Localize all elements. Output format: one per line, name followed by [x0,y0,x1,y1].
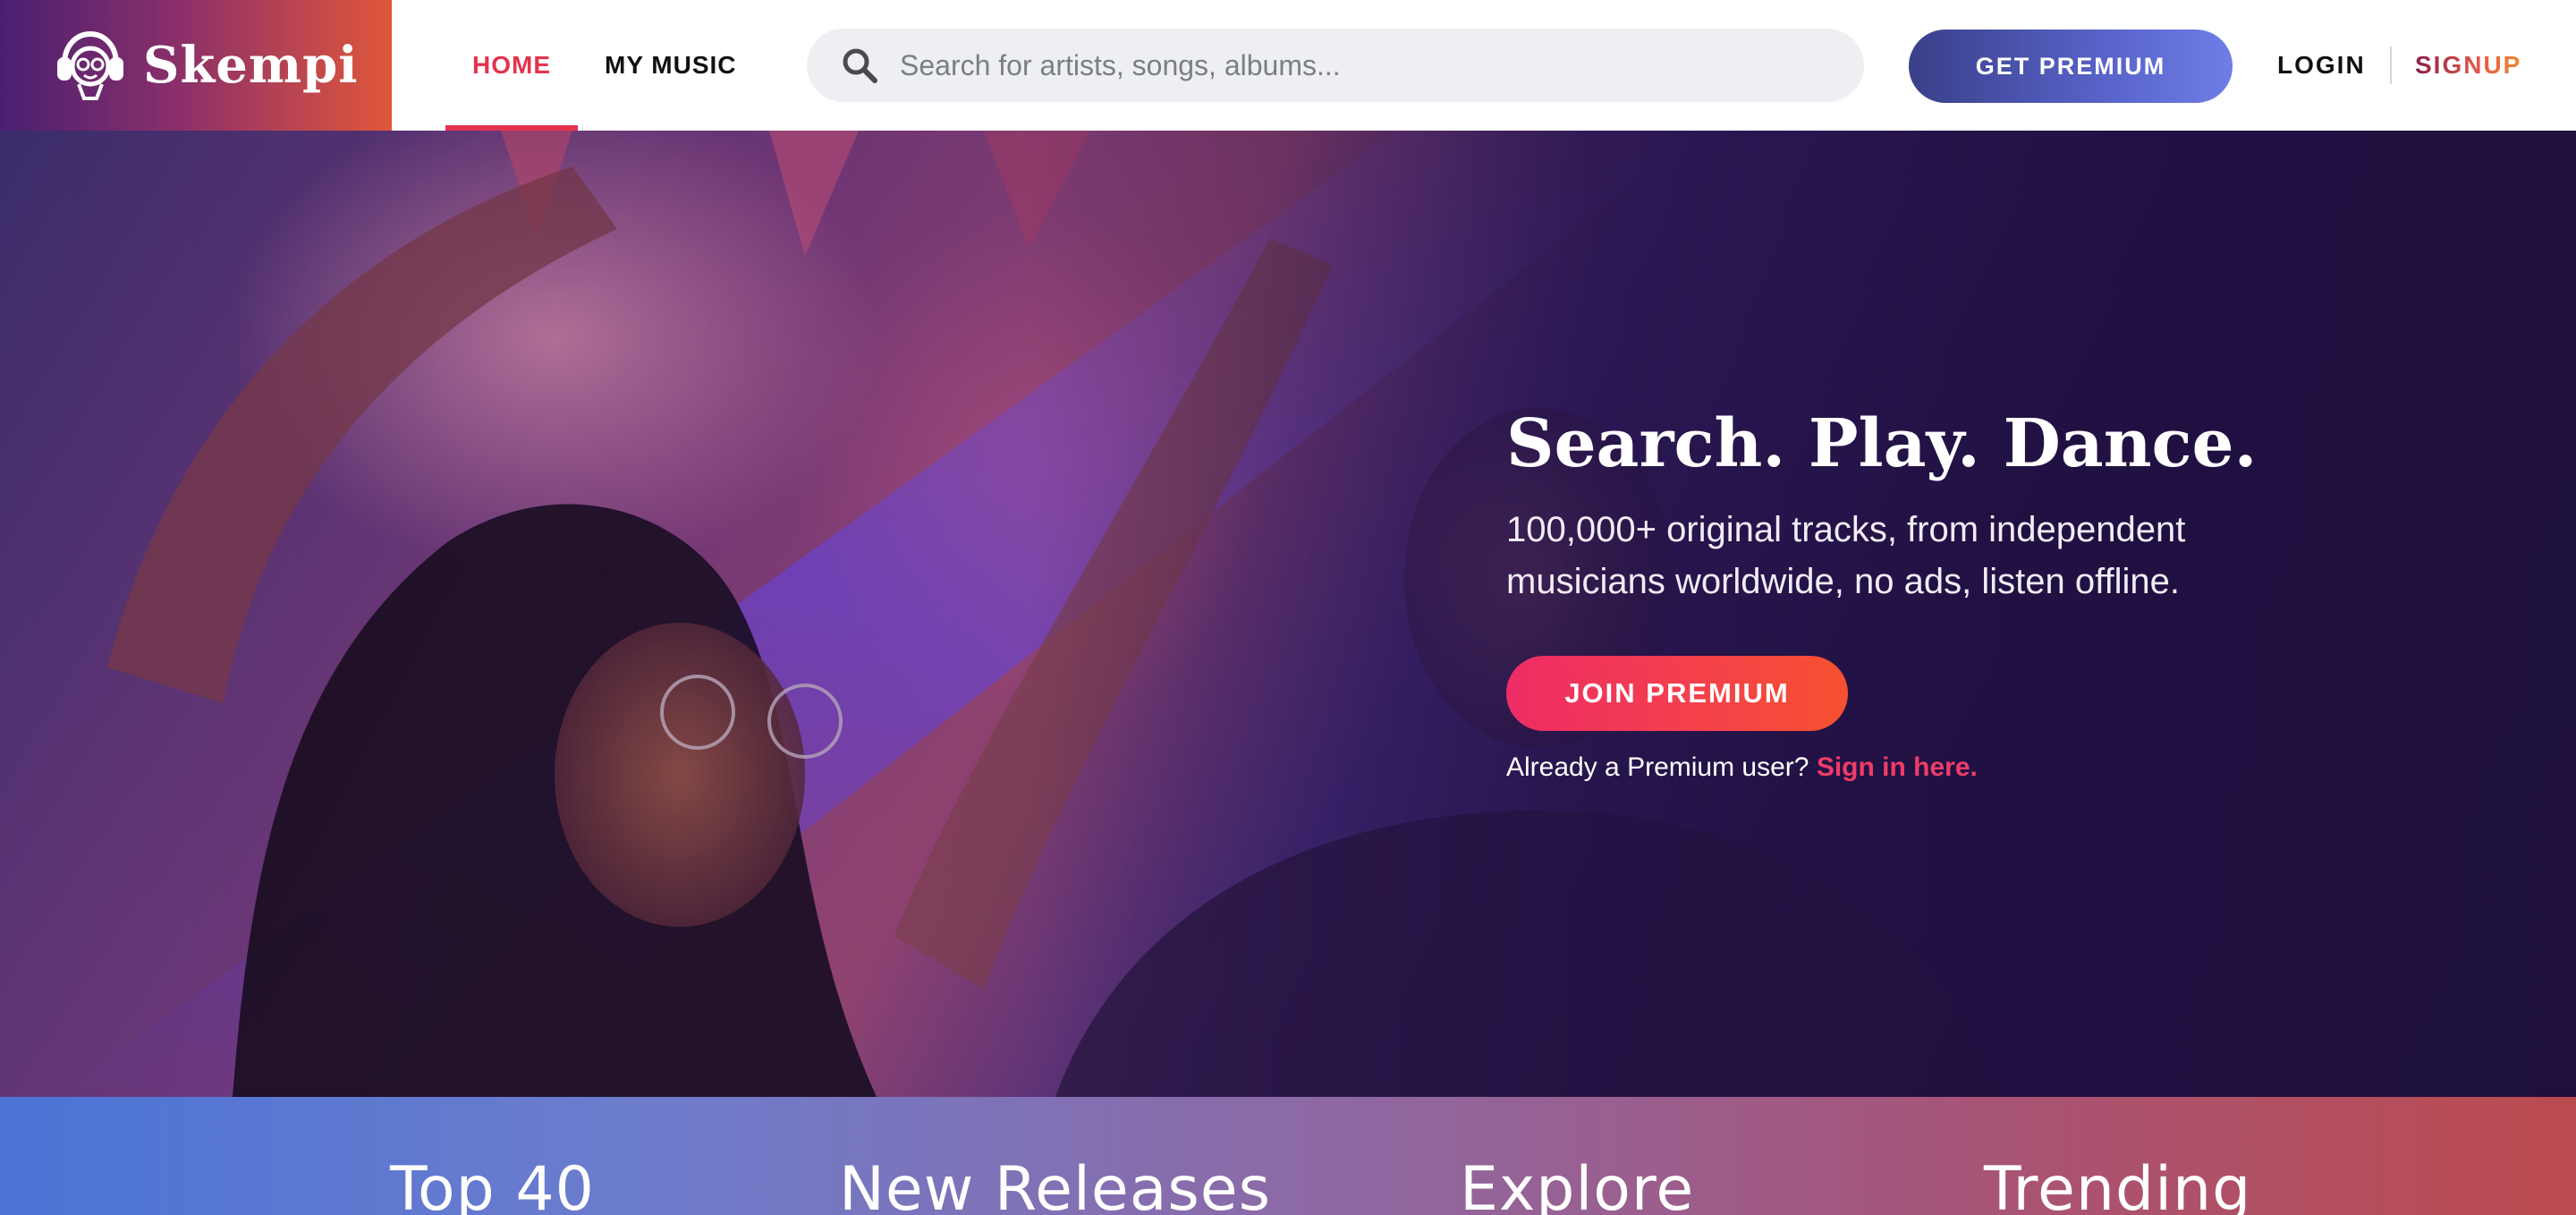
signin-link[interactable]: Sign in here. [1817,752,1978,782]
category-bar: Top 40 New Releases Explore Trending [0,1097,2576,1215]
category-new-releases[interactable]: New Releases [839,1154,1271,1215]
search-icon[interactable] [841,47,878,84]
category-explore[interactable]: Explore [1460,1154,1694,1215]
brand-name: Skempi [143,36,359,95]
header-divider [2390,47,2392,84]
main-nav: HOME MY MUSIC [445,0,764,131]
signin-prompt-row: Already a Premium user? Sign in here. [1506,752,2311,783]
category-trending[interactable]: Trending [1984,1154,2251,1215]
hero-banner: Search. Play. Dance. 100,000+ original t… [0,131,2576,1097]
search-bar[interactable] [807,29,1864,102]
category-top-40[interactable]: Top 40 [390,1154,595,1215]
get-premium-button[interactable]: GET PREMIUM [1909,30,2233,103]
brand-logo[interactable]: Skempi [0,0,392,131]
top-header: Skempi HOME MY MUSIC GET PREMIUM LOGIN S… [0,0,2576,131]
login-link[interactable]: LOGIN [2277,0,2366,131]
hero-title: Search. Play. Dance. [1506,405,2258,482]
hero-content: Search. Play. Dance. 100,000+ original t… [1506,405,2311,783]
headphones-mascot-icon [52,27,129,104]
hero-subtitle: 100,000+ original tracks, from independe… [1506,510,2186,602]
nav-home[interactable]: HOME [445,0,578,131]
join-premium-button[interactable]: JOIN PREMIUM [1506,656,1848,732]
signin-prompt-text: Already a Premium user? [1506,752,1809,783]
signup-link[interactable]: SIGNUP [2415,0,2521,131]
nav-my-music[interactable]: MY MUSIC [578,0,764,131]
search-input[interactable] [898,47,1828,83]
